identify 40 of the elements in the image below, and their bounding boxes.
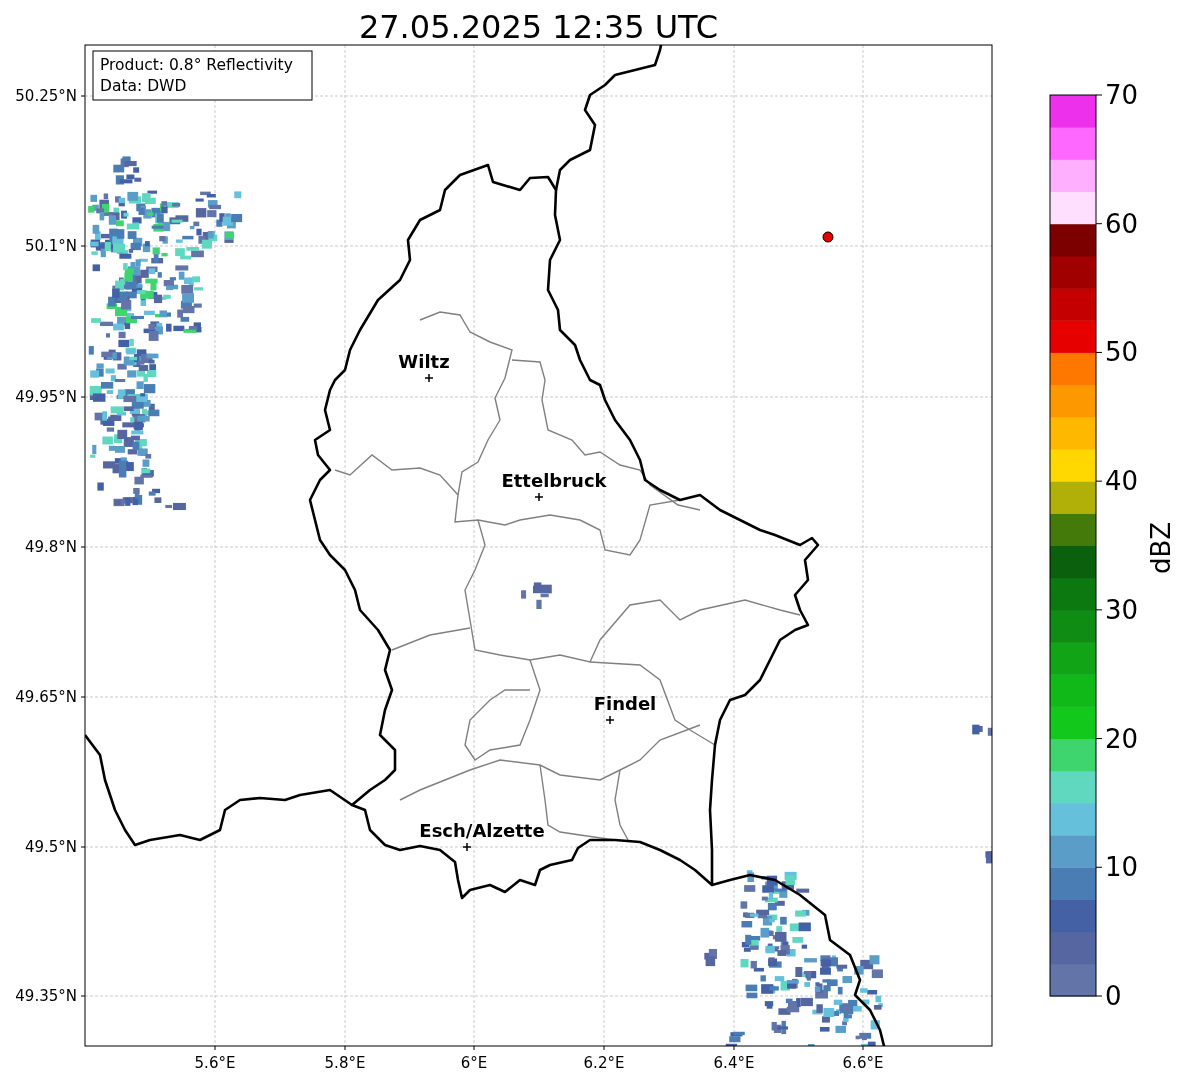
axis-tick-label: 6.4°E bbox=[713, 1054, 755, 1072]
colorbar-tick-label: 60 bbox=[1105, 208, 1139, 239]
colorbar-tick-label: 70 bbox=[1105, 80, 1139, 110]
city-marker bbox=[462, 842, 472, 852]
info-text: Product: 0.8° Reflectivity bbox=[100, 56, 293, 74]
axis-tick-label: 49.8°N bbox=[24, 538, 77, 556]
colorbar-tick-label: 10 bbox=[1105, 852, 1139, 883]
colorbar-label: dBZ bbox=[1146, 521, 1176, 575]
radar-echo bbox=[113, 156, 142, 185]
axis-tick-label: 6.2°E bbox=[583, 1054, 625, 1072]
city-label: Ettelbruck bbox=[501, 470, 607, 491]
colorbar-tick-label: 40 bbox=[1105, 466, 1139, 497]
axis-tick-label: 50.25°N bbox=[15, 87, 77, 105]
city-marker bbox=[424, 373, 434, 383]
radar-site-marker bbox=[822, 231, 834, 243]
info-text: Data: DWD bbox=[100, 77, 187, 95]
colorbar-tick-label: 20 bbox=[1105, 723, 1139, 754]
axis-tick-label: 50.1°N bbox=[24, 237, 77, 255]
radar-echo bbox=[725, 1031, 745, 1046]
axis-tick-label: 5.8°E bbox=[324, 1054, 366, 1072]
axis-tick-label: 6.6°E bbox=[842, 1054, 884, 1072]
city-label: Esch/Alzette bbox=[419, 820, 545, 841]
axis-tick-label: 49.5°N bbox=[24, 838, 77, 856]
radar-echo bbox=[972, 724, 992, 736]
city-marker bbox=[534, 492, 544, 502]
colorbar-tick-label: 0 bbox=[1105, 981, 1122, 1011]
radar-echo bbox=[985, 851, 992, 864]
city-label: Findel bbox=[593, 693, 657, 714]
axis-tick-label: 6°E bbox=[460, 1054, 488, 1072]
colorbar-tick-label: 30 bbox=[1105, 594, 1139, 625]
axis-tick-label: 49.35°N bbox=[15, 987, 77, 1005]
city-label: Wiltz bbox=[398, 351, 450, 372]
radar-echo bbox=[521, 582, 552, 609]
axis-tick-label: 5.6°E bbox=[194, 1054, 236, 1072]
radar-echo bbox=[704, 949, 717, 967]
colorbar-tick-label: 50 bbox=[1105, 337, 1139, 368]
city-marker bbox=[605, 715, 615, 725]
axis-tick-label: 49.95°N bbox=[15, 388, 77, 406]
chart-title: 27.05.2025 12:35 UTC bbox=[358, 8, 719, 46]
axis-tick-label: 49.65°N bbox=[15, 688, 77, 706]
